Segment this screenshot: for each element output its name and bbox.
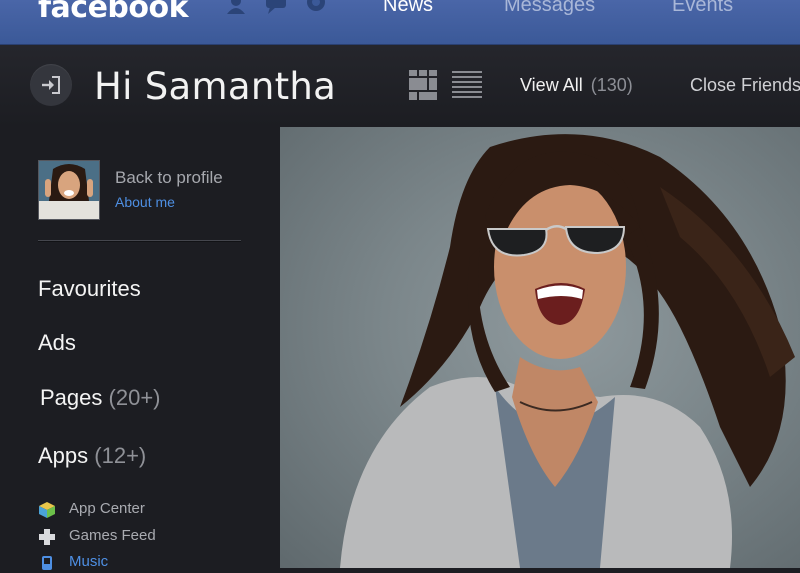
top-nav-bar: facebook News Messages Events <box>0 0 800 45</box>
view-all-label: View All <box>520 75 583 95</box>
view-all-count: (130) <box>590 75 633 95</box>
games-feed-icon <box>39 529 55 545</box>
page-header: Hi Samantha View All (130) Close Friends <box>0 45 800 127</box>
sidebar-subitem-label: Games Feed <box>69 527 156 544</box>
sidebar-subitem-label: App Center <box>69 500 145 517</box>
nav-tab-news[interactable]: News <box>383 0 433 17</box>
back-to-profile-link[interactable]: Back to profile <box>115 168 223 188</box>
list-view-icon[interactable] <box>452 71 482 99</box>
logout-button[interactable] <box>30 64 72 106</box>
view-all-filter[interactable]: View All (130) <box>520 75 633 96</box>
sidebar-subitem-label: Music <box>69 553 109 570</box>
sidebar-subitem-app-center[interactable]: App Center <box>38 500 238 520</box>
sidebar: Back to profile About me Favourites Ads … <box>0 127 280 570</box>
facebook-logo[interactable]: facebook <box>38 0 189 25</box>
sidebar-item-count: (20+) <box>108 385 161 410</box>
sidebar-item-pages[interactable]: Pages (20+) <box>40 385 161 411</box>
notifications-icon[interactable] <box>306 0 350 16</box>
sidebar-subitem-music[interactable]: Music <box>38 553 238 573</box>
nav-tab-messages[interactable]: Messages <box>504 0 595 17</box>
sidebar-item-label: Ads <box>38 330 76 355</box>
sidebar-item-count: (12+) <box>94 443 147 468</box>
sidebar-item-ads[interactable]: Ads <box>38 330 76 356</box>
avatar-image <box>39 161 99 219</box>
app-center-icon <box>39 502 55 518</box>
close-friends-filter[interactable]: Close Friends <box>690 75 800 96</box>
featured-photo[interactable] <box>280 127 800 568</box>
featured-photo-image <box>340 134 795 568</box>
sidebar-item-label: Apps <box>38 443 89 468</box>
sidebar-item-favourites[interactable]: Favourites <box>38 276 141 302</box>
about-me-link[interactable]: About me <box>115 194 175 210</box>
sidebar-divider <box>38 240 241 242</box>
sidebar-subitem-games-feed[interactable]: Games Feed <box>38 527 238 547</box>
avatar[interactable] <box>38 160 100 220</box>
friends-icon[interactable] <box>224 0 248 16</box>
grid-view-icon[interactable] <box>409 70 437 100</box>
sidebar-item-label: Pages <box>40 385 103 410</box>
nav-tab-events[interactable]: Events <box>672 0 733 17</box>
sidebar-item-label: Favourites <box>38 276 141 301</box>
music-icon <box>42 556 52 570</box>
page-title: Hi Samantha <box>94 65 337 108</box>
sidebar-item-apps[interactable]: Apps (12+) <box>38 443 146 469</box>
logout-icon <box>42 76 60 94</box>
messages-icon[interactable] <box>264 0 288 16</box>
